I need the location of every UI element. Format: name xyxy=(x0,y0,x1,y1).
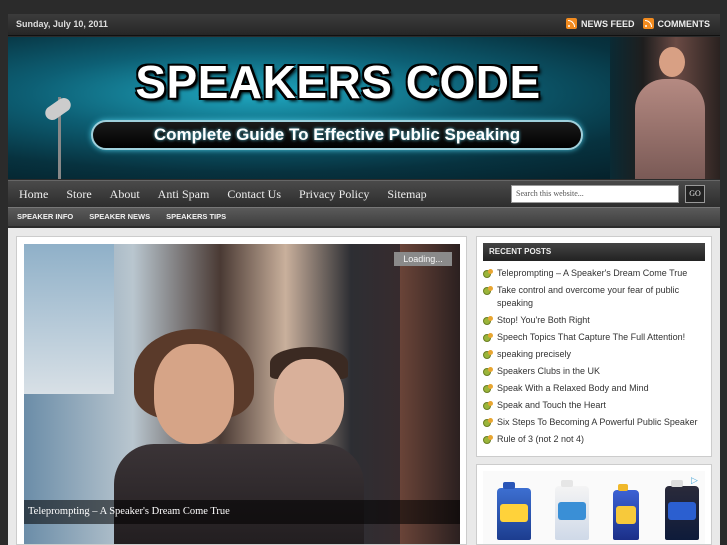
category-speakers-tips[interactable]: SPEAKERS TIPS xyxy=(158,208,234,226)
main-nav: Home Store About Anti Spam Contact Us Pr… xyxy=(8,180,720,207)
product-image xyxy=(613,484,639,540)
product-image xyxy=(665,480,699,540)
list-item[interactable]: Rule of 3 (not 2 not 4) xyxy=(483,433,709,446)
product-image xyxy=(555,480,589,540)
list-item[interactable]: Teleprompting – A Speaker's Dream Come T… xyxy=(483,267,709,280)
site-title[interactable]: SPEAKERS CODE xyxy=(128,55,548,109)
adchoices-icon[interactable]: ▷ xyxy=(691,475,701,485)
rss-icon xyxy=(565,18,577,29)
list-item[interactable]: Six Steps To Becoming A Powerful Public … xyxy=(483,416,709,429)
comments-feed-link[interactable]: COMMENTS xyxy=(642,18,711,29)
search-input[interactable]: Search this website... xyxy=(511,185,679,203)
bullet-icon xyxy=(483,269,493,278)
nav-item-home[interactable]: Home xyxy=(10,181,57,208)
nav-item-store[interactable]: Store xyxy=(57,181,100,208)
slide-caption[interactable]: Teleprompting – A Speaker's Dream Come T… xyxy=(24,500,460,524)
bullet-icon xyxy=(483,286,493,295)
recent-posts-title: RECENT POSTS xyxy=(483,243,705,261)
ad-banner[interactable]: ▷ xyxy=(483,471,705,544)
site-tagline: Complete Guide To Effective Public Speak… xyxy=(91,120,583,150)
list-item[interactable]: Take control and overcome your fear of p… xyxy=(483,284,709,310)
top-bar: Sunday, July 10, 2011 NEWS FEED COMMENTS xyxy=(8,14,720,36)
bullet-icon xyxy=(483,384,493,393)
rss-icon xyxy=(642,18,654,29)
bullet-icon xyxy=(483,350,493,359)
category-speaker-info[interactable]: SPEAKER INFO xyxy=(9,208,81,226)
bullet-icon xyxy=(483,435,493,444)
news-feed-label: NEWS FEED xyxy=(580,18,635,29)
search-button[interactable]: GO xyxy=(685,185,705,203)
nav-item-about[interactable]: About xyxy=(101,181,149,208)
list-item[interactable]: Speech Topics That Capture The Full Atte… xyxy=(483,331,709,344)
date-display: Sunday, July 10, 2011 xyxy=(16,19,108,29)
nav-item-sitemap[interactable]: Sitemap xyxy=(378,181,435,208)
nav-item-contact-us[interactable]: Contact Us xyxy=(218,181,290,208)
product-image xyxy=(497,482,531,540)
feed-links: NEWS FEED COMMENTS xyxy=(565,18,711,29)
featured-slider: Loading... Teleprompting – A Speaker's D… xyxy=(16,236,467,545)
page: Sunday, July 10, 2011 NEWS FEED COMMENTS… xyxy=(8,0,720,545)
recent-posts-list: Teleprompting – A Speaker's Dream Come T… xyxy=(483,267,709,450)
content-area: Loading... Teleprompting – A Speaker's D… xyxy=(8,228,720,545)
advertisement[interactable]: ▷ xyxy=(476,464,712,545)
list-item[interactable]: Speak and Touch the Heart xyxy=(483,399,709,412)
category-speaker-news[interactable]: SPEAKER NEWS xyxy=(81,208,158,226)
featured-image[interactable]: Loading... xyxy=(24,244,460,544)
bullet-icon xyxy=(483,316,493,325)
news-feed-link[interactable]: NEWS FEED xyxy=(565,18,635,29)
bullet-icon xyxy=(483,401,493,410)
list-item[interactable]: Speakers Clubs in the UK xyxy=(483,365,709,378)
nav-item-anti-spam[interactable]: Anti Spam xyxy=(149,181,219,208)
loading-indicator: Loading... xyxy=(394,252,452,266)
category-nav: SPEAKER INFO SPEAKER NEWS SPEAKERS TIPS xyxy=(8,207,720,226)
list-item[interactable]: Stop! You're Both Right xyxy=(483,314,709,327)
nav-item-privacy-policy[interactable]: Privacy Policy xyxy=(290,181,378,208)
bullet-icon xyxy=(483,418,493,427)
speaker-image xyxy=(610,37,720,179)
comments-feed-label: COMMENTS xyxy=(657,18,711,29)
bullet-icon xyxy=(483,333,493,342)
header-banner[interactable]: SPEAKERS CODE Complete Guide To Effectiv… xyxy=(8,37,720,179)
list-item[interactable]: speaking precisely xyxy=(483,348,709,361)
list-item[interactable]: Speak With a Relaxed Body and Mind xyxy=(483,382,709,395)
recent-posts-widget: RECENT POSTS Teleprompting – A Speaker's… xyxy=(476,236,712,457)
bullet-icon xyxy=(483,367,493,376)
